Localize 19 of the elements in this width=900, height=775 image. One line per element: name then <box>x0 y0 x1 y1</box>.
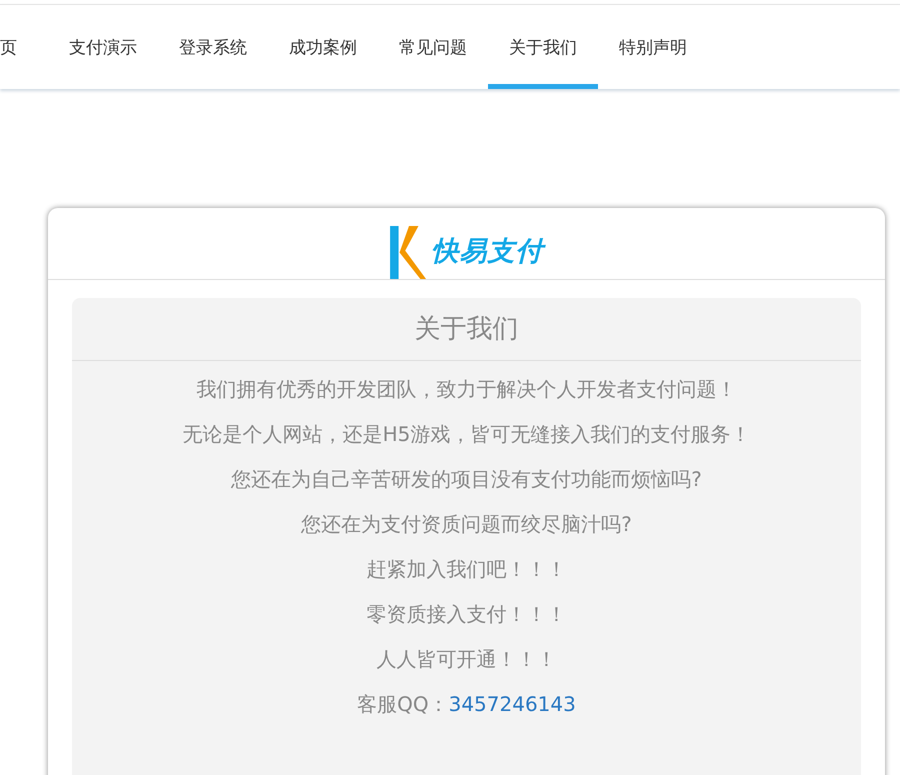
text-line: 我们拥有优秀的开发团队，致力于解决个人开发者支付问题！ <box>196 376 738 403</box>
qq-link[interactable]: 3457246143 <box>448 692 576 716</box>
text-line: 您还在为支付资质问题而绞尽脑汁吗? <box>300 511 633 538</box>
text-line: 人人皆可开通！！！ <box>376 646 558 673</box>
nav-tab[interactable]: 常见问题 <box>378 5 488 89</box>
text-line: 无论是个人网站，还是H5游戏，皆可无缝接入我们的支付服务！ <box>182 421 752 448</box>
text-line: 您还在为自己辛苦研发的项目没有支付功能而烦恼吗? <box>230 466 703 493</box>
contact-label: 客服QQ： <box>357 692 449 716</box>
nav-tab[interactable]: 特别声明 <box>598 5 708 89</box>
nav-tab[interactable]: 支付演示 <box>48 5 158 89</box>
logo-text: 快易支付 <box>432 233 544 269</box>
text-line: 赶紧加入我们吧！！！ <box>366 556 568 583</box>
logo-icon <box>390 226 428 279</box>
nav-tab[interactable]: 页 <box>0 5 48 89</box>
nav-tab[interactable]: 登录系统 <box>158 5 268 89</box>
text-line: 零资质接入支付！！！ <box>366 601 568 628</box>
panel-title: 关于我们 <box>72 298 861 361</box>
nav-tab[interactable]: 成功案例 <box>268 5 378 89</box>
nav-tab[interactable]: 关于我们 <box>488 5 598 89</box>
